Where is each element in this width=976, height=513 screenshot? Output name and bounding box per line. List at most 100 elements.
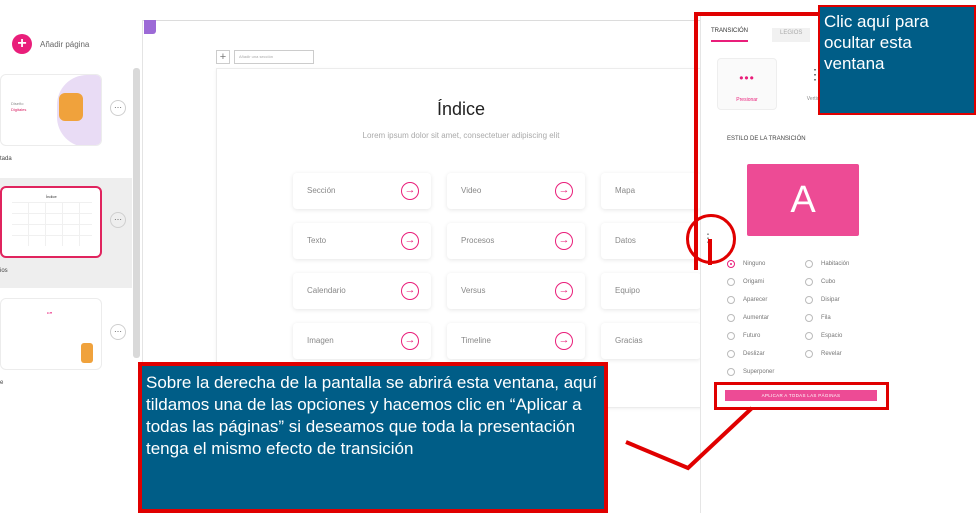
- index-card[interactable]: Texto →: [293, 223, 431, 259]
- page-thumbnail-row[interactable]: Diseño Digitales ⋯ tada: [0, 66, 132, 176]
- option-label: Fila: [821, 315, 831, 321]
- apply-highlight: APLICAR A TODAS LAS PÁGINAS: [714, 382, 889, 410]
- animation-label: Presionar: [736, 97, 758, 103]
- page-options-icon[interactable]: ⋯: [110, 212, 126, 228]
- page-thumbnail-row[interactable]: “” ⋯ e: [0, 290, 132, 400]
- card-label: Mapa: [615, 186, 636, 195]
- arrow-right-icon: →: [401, 232, 419, 250]
- radio-icon[interactable]: [805, 260, 813, 268]
- radio-icon[interactable]: [727, 350, 735, 358]
- option-label: Aumentar: [743, 315, 770, 321]
- page-options-icon[interactable]: ⋯: [110, 100, 126, 116]
- index-card[interactable]: Video →: [447, 173, 585, 209]
- radio-icon[interactable]: [727, 314, 735, 322]
- card-label: Versus: [461, 286, 486, 295]
- page-thumbnail[interactable]: Diseño Digitales: [0, 74, 102, 146]
- slide-title[interactable]: Índice: [217, 99, 705, 120]
- option-label: Espacio: [821, 333, 843, 339]
- index-card[interactable]: Procesos →: [447, 223, 585, 259]
- index-card[interactable]: Mapa: [601, 173, 701, 209]
- radio-icon[interactable]: [727, 332, 735, 340]
- index-card[interactable]: Imagen →: [293, 323, 431, 359]
- radio-icon[interactable]: [805, 350, 813, 358]
- option-espacio[interactable]: Espacio: [805, 332, 842, 340]
- card-label: Sección: [307, 186, 336, 195]
- option-ninguno[interactable]: Ninguno: [727, 260, 765, 268]
- index-card[interactable]: Sección →: [293, 173, 431, 209]
- option-label: Ninguno: [743, 261, 766, 267]
- page-options-icon[interactable]: ⋯: [110, 324, 126, 340]
- arrow-right-icon: →: [555, 332, 573, 350]
- arrow-right-icon: →: [401, 182, 419, 200]
- slide-canvas[interactable]: Índice Lorem ipsum dolor sit amet, conse…: [216, 68, 706, 408]
- page-thumbnail[interactable]: “”: [0, 298, 102, 370]
- pages-sidebar: + Añadir página Diseño Digitales ⋯ tada …: [0, 20, 143, 513]
- panel-tab-marker[interactable]: [144, 20, 156, 34]
- option-habitacion[interactable]: Habitación: [805, 260, 849, 268]
- option-label: Superponer: [743, 369, 775, 375]
- panel-tabs: TRANSICIÓN LEGIOS: [711, 28, 811, 42]
- option-label: Aparecer: [743, 297, 768, 303]
- radio-icon[interactable]: [805, 314, 813, 322]
- index-card[interactable]: Timeline →: [447, 323, 585, 359]
- dots-icon: •••: [739, 71, 755, 85]
- thumb-title: Diseño: [11, 101, 24, 106]
- callout-bottom-text: Sobre la derecha de la pantalla se abrir…: [146, 373, 597, 458]
- option-label: Origami: [743, 279, 765, 285]
- option-cubo[interactable]: Cubo: [805, 278, 835, 286]
- option-disipar[interactable]: Disipar: [805, 296, 840, 304]
- option-origami[interactable]: Origami: [727, 278, 764, 286]
- index-card[interactable]: Equipo: [601, 273, 701, 309]
- quote-icon: “”: [47, 311, 53, 320]
- card-label: Video: [461, 186, 482, 195]
- thumb-caption: e: [0, 380, 4, 386]
- radio-icon[interactable]: [727, 296, 735, 304]
- option-label: Revelar: [821, 351, 842, 357]
- slide-toolbar: + Añadir una sección: [216, 50, 314, 64]
- section-name-input[interactable]: Añadir una sección: [234, 50, 314, 64]
- index-card[interactable]: Calendario →: [293, 273, 431, 309]
- arrow-right-icon: →: [555, 232, 573, 250]
- tab-other[interactable]: LEGIOS: [772, 28, 811, 42]
- sidebar-scrollbar[interactable]: [133, 68, 140, 358]
- plus-icon: +: [12, 34, 32, 54]
- page-thumbnail[interactable]: Índice: [0, 186, 102, 258]
- option-futuro[interactable]: Futuro: [727, 332, 760, 340]
- apply-all-pages-button[interactable]: APLICAR A TODAS LAS PÁGINAS: [725, 390, 877, 401]
- tab-transition[interactable]: TRANSICIÓN: [711, 28, 749, 42]
- card-label: Gracias: [615, 336, 643, 345]
- radio-icon[interactable]: [805, 278, 813, 286]
- index-card[interactable]: Versus →: [447, 273, 585, 309]
- option-superponer[interactable]: Superponer: [727, 368, 774, 376]
- add-page-button[interactable]: + Añadir página: [12, 34, 89, 54]
- callout-top: Clic aquí para ocultar esta ventana: [818, 5, 976, 115]
- card-label: Procesos: [461, 236, 495, 245]
- card-label: Timeline: [461, 336, 491, 345]
- slide-subtitle[interactable]: Lorem ipsum dolor sit amet, consectetuer…: [217, 131, 705, 140]
- option-label: Futuro: [743, 333, 761, 339]
- option-label: Disipar: [821, 297, 840, 303]
- option-label: Deslizar: [743, 351, 765, 357]
- radio-icon[interactable]: [727, 368, 735, 376]
- card-label: Texto: [307, 236, 327, 245]
- panel-highlight-frame-edge: [694, 12, 698, 266]
- animation-option-selected[interactable]: ••• Presionar: [717, 58, 777, 110]
- arrow-right-icon: →: [401, 332, 419, 350]
- add-page-label: Añadir página: [40, 39, 90, 49]
- thumb-caption: ios: [0, 268, 8, 274]
- option-deslizar[interactable]: Deslizar: [727, 350, 765, 358]
- radio-icon[interactable]: [805, 296, 813, 304]
- add-section-icon[interactable]: +: [216, 50, 230, 64]
- page-thumbnail-row-selected[interactable]: Índice ⋯ ios: [0, 178, 132, 288]
- option-aumentar[interactable]: Aumentar: [727, 314, 769, 322]
- radio-checked-icon[interactable]: [727, 260, 735, 268]
- radio-icon[interactable]: [805, 332, 813, 340]
- option-fila[interactable]: Fila: [805, 314, 831, 322]
- option-aparecer[interactable]: Aparecer: [727, 296, 767, 304]
- callout-top-text: Clic aquí para ocultar esta ventana: [824, 12, 929, 73]
- thumb-caption: tada: [0, 156, 12, 162]
- option-label: Habitación: [821, 261, 850, 267]
- radio-icon[interactable]: [727, 278, 735, 286]
- index-card[interactable]: Gracias: [601, 323, 701, 359]
- option-revelar[interactable]: Revelar: [805, 350, 842, 358]
